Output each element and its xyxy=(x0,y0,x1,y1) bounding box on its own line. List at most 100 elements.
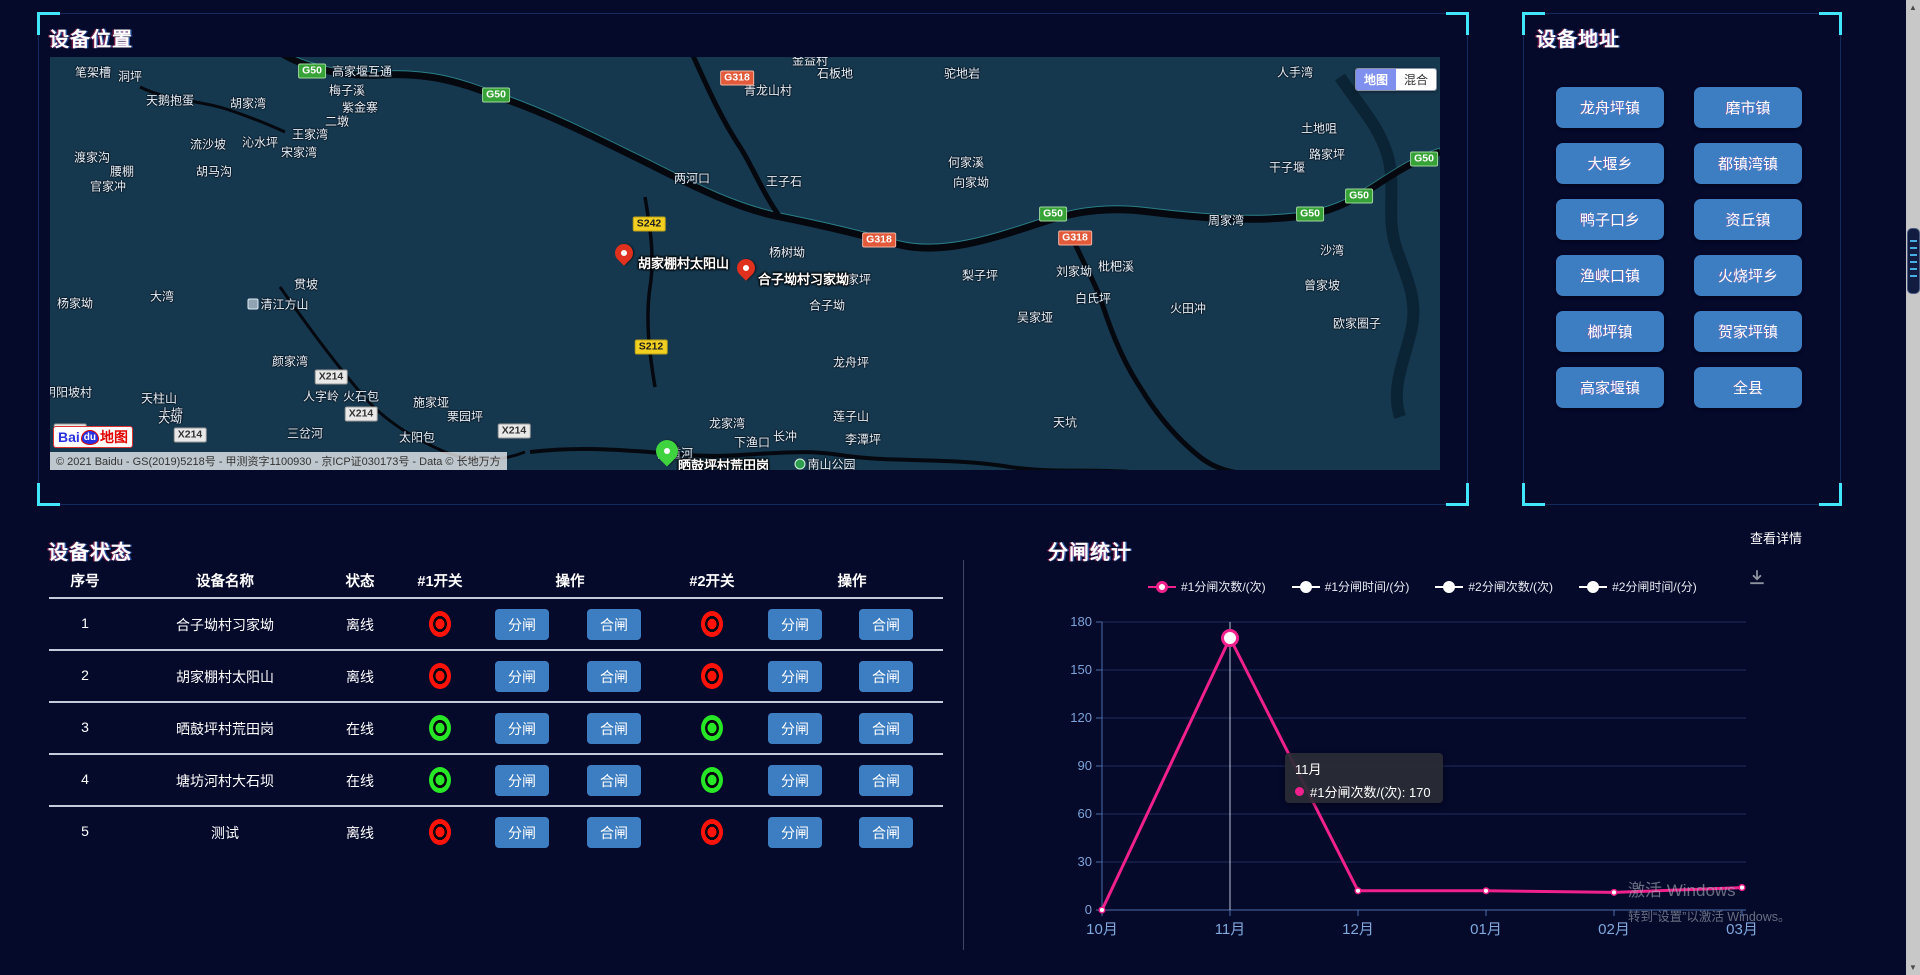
open-switch-button[interactable]: 分闸 xyxy=(768,713,822,744)
road-badge-G50: G50 xyxy=(1410,152,1438,167)
map-place-label: 周家湾 xyxy=(1208,212,1244,229)
map-place-label: 高家堰互通 xyxy=(332,63,392,80)
open-switch-button[interactable]: 分闸 xyxy=(768,661,822,692)
close-switch-button[interactable]: 合闸 xyxy=(587,661,641,692)
address-button-资丘镇[interactable]: 资丘镇 xyxy=(1694,199,1802,240)
legend-item[interactable]: #1分闸次数/(次) xyxy=(1148,578,1266,595)
legend-item[interactable]: #2分闸时间/(分) xyxy=(1579,578,1697,595)
switch1-indicator-green xyxy=(429,715,451,741)
map-place-label: 人字岭 xyxy=(303,388,339,405)
baidu-maps-logo: Baidu地图 xyxy=(53,426,133,448)
table-separator xyxy=(49,805,943,807)
address-button-榔坪镇[interactable]: 榔坪镇 xyxy=(1556,311,1664,352)
download-icon[interactable] xyxy=(1748,568,1766,586)
legend-item[interactable]: #2分闸次数/(次) xyxy=(1435,578,1553,595)
y-axis-label: 60 xyxy=(1078,806,1092,821)
open-switch-button[interactable]: 分闸 xyxy=(495,609,549,640)
close-switch-button[interactable]: 合闸 xyxy=(587,817,641,848)
map-place-label: 下渔口 xyxy=(734,434,770,451)
open-switch-button[interactable]: 分闸 xyxy=(768,817,822,848)
address-button-渔峡口镇[interactable]: 渔峡口镇 xyxy=(1556,255,1664,296)
close-switch-button[interactable]: 合闸 xyxy=(587,713,641,744)
map-place-label: 梅子溪 xyxy=(329,82,365,99)
y-axis-label: 120 xyxy=(1070,710,1092,725)
map-place-label: 栗园坪 xyxy=(447,408,483,425)
map-place-label: 胡马沟 xyxy=(196,163,232,180)
chart-tooltip: 11月 #1分闸次数/(次): 170 xyxy=(1285,753,1443,803)
map-place-label: 杨树坳 xyxy=(769,244,805,261)
map-place-label: 颜家湾 xyxy=(272,353,308,370)
row-status: 离线 xyxy=(270,667,450,687)
map-place-label: 何家溪 xyxy=(948,154,984,171)
map-place-label: 南山公园 xyxy=(794,456,855,471)
park-icon xyxy=(794,459,805,470)
map-pin-label: 合子坳村习家坳 xyxy=(758,269,849,288)
view-details-link[interactable]: 查看详情 xyxy=(1750,528,1802,547)
baidu-logo-text: Bai xyxy=(58,429,80,445)
table-header-6: 操作 xyxy=(772,570,932,591)
road-badge-G318: G318 xyxy=(862,233,896,248)
address-button-火烧坪乡[interactable]: 火烧坪乡 xyxy=(1694,255,1802,296)
open-switch-button[interactable]: 分闸 xyxy=(495,713,549,744)
map-place-label: 笔架槽 xyxy=(75,64,111,81)
y-axis-label: 180 xyxy=(1070,614,1092,629)
table-header-5: #2开关 xyxy=(632,570,792,591)
map-type-混合[interactable]: 混合 xyxy=(1396,69,1436,90)
open-switch-button[interactable]: 分闸 xyxy=(495,765,549,796)
table-separator xyxy=(49,597,943,599)
map-place-label: 白氏坪 xyxy=(1075,290,1111,307)
data-point xyxy=(1099,907,1105,913)
open-switch-button[interactable]: 分闸 xyxy=(495,661,549,692)
map-place-label: 大坳 xyxy=(158,410,182,427)
close-switch-button[interactable]: 合闸 xyxy=(859,609,913,640)
legend-item[interactable]: #1分闸时间/(分) xyxy=(1292,578,1410,595)
close-switch-button[interactable]: 合闸 xyxy=(859,817,913,848)
map-place-label: 欧家圈子 xyxy=(1333,315,1381,332)
map-place-label: 官家冲 xyxy=(90,178,126,195)
legend-label: #2分闸次数/(次) xyxy=(1468,578,1553,595)
scrollbar-thumb[interactable] xyxy=(1907,228,1920,294)
map-place-label: 莲子山 xyxy=(833,408,869,425)
switch1-indicator-green xyxy=(429,767,451,793)
address-button-鸭子口乡[interactable]: 鸭子口乡 xyxy=(1556,199,1664,240)
road-badge-G50: G50 xyxy=(298,64,326,79)
map-place-label: 火田冲 xyxy=(1170,300,1206,317)
row-status: 离线 xyxy=(270,615,450,635)
close-switch-button[interactable]: 合闸 xyxy=(587,609,641,640)
data-point xyxy=(1483,888,1489,894)
scrollbar-up-icon[interactable]: ▲ xyxy=(1906,3,1920,12)
address-button-高家堰镇[interactable]: 高家堰镇 xyxy=(1556,367,1664,408)
map-place-label: 王子石 xyxy=(766,173,802,190)
close-switch-button[interactable]: 合闸 xyxy=(859,661,913,692)
legend-marker-icon xyxy=(1435,581,1463,593)
road-badge-S242: S242 xyxy=(633,217,666,232)
map-canvas[interactable]: 笔架槽洞坪天鹅抱蛋胡家湾高家堰互通梅子溪紫金寨二墩金益村石板地青龙山村驼地岩人手… xyxy=(50,57,1440,470)
table-header-0: 序号 xyxy=(5,570,165,591)
address-button-全县[interactable]: 全县 xyxy=(1694,367,1802,408)
legend-label: #1分闸次数/(次) xyxy=(1181,578,1266,595)
corner-bracket xyxy=(1446,483,1469,506)
close-switch-button[interactable]: 合闸 xyxy=(859,713,913,744)
open-switch-button[interactable]: 分闸 xyxy=(768,765,822,796)
x-axis-label: 11月 xyxy=(1215,921,1246,938)
road-badge-X214: X214 xyxy=(498,424,531,439)
address-button-贺家坪镇[interactable]: 贺家坪镇 xyxy=(1694,311,1802,352)
map-place-label: 两河口 xyxy=(674,170,710,187)
map-type-地图[interactable]: 地图 xyxy=(1356,69,1396,90)
open-switch-button[interactable]: 分闸 xyxy=(768,609,822,640)
address-button-龙舟坪镇[interactable]: 龙舟坪镇 xyxy=(1556,87,1664,128)
scenic-icon xyxy=(247,299,258,310)
close-switch-button[interactable]: 合闸 xyxy=(859,765,913,796)
page-scrollbar[interactable]: ▲ ▼ xyxy=(1906,0,1920,975)
data-point xyxy=(1611,890,1617,896)
address-button-都镇湾镇[interactable]: 都镇湾镇 xyxy=(1694,143,1802,184)
address-button-大堰乡[interactable]: 大堰乡 xyxy=(1556,143,1664,184)
close-switch-button[interactable]: 合闸 xyxy=(587,765,641,796)
address-button-磨市镇[interactable]: 磨市镇 xyxy=(1694,87,1802,128)
row-status: 在线 xyxy=(270,771,450,791)
y-axis-label: 90 xyxy=(1078,758,1092,773)
scrollbar-down-icon[interactable]: ▼ xyxy=(1906,963,1920,972)
map-place-label: 路家坪 xyxy=(1309,146,1345,163)
map-place-label: 合子坳 xyxy=(809,297,845,314)
open-switch-button[interactable]: 分闸 xyxy=(495,817,549,848)
